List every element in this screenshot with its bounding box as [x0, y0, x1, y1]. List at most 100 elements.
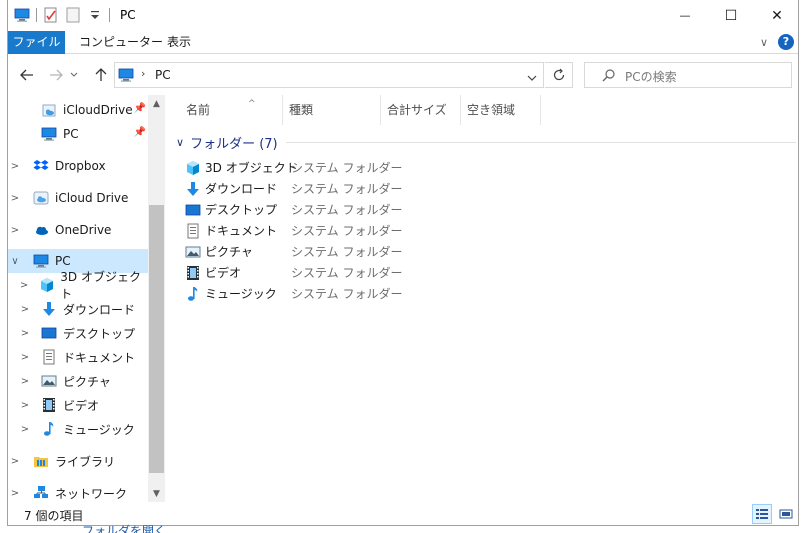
expand-chevron-icon[interactable]: > — [18, 424, 32, 435]
large-icons-view-button[interactable] — [776, 504, 796, 524]
breadcrumb-pc[interactable]: PC — [155, 68, 171, 82]
dropbox-icon — [32, 157, 50, 175]
nav-item-desktop[interactable]: > デスクトップ — [8, 321, 148, 345]
pin-icon[interactable]: 📌 — [134, 127, 146, 138]
scroll-down-icon[interactable]: ▼ — [148, 485, 165, 502]
collapse-group-icon[interactable]: ∨ — [176, 136, 184, 149]
music-icon — [184, 285, 202, 303]
pc-icon — [14, 7, 30, 23]
nav-scrollbar[interactable]: ▲ ▼ — [148, 95, 165, 502]
list-item-videos[interactable]: ビデオ システム フォルダー — [184, 262, 424, 283]
pc-icon — [32, 252, 50, 270]
customize-toolbar-dropdown-icon[interactable] — [87, 7, 103, 23]
network-icon — [32, 484, 50, 502]
nav-item-3d-objects[interactable]: > 3D オブジェクト — [8, 270, 148, 301]
videos-icon — [184, 264, 202, 282]
address-row: › PC PCの検索 — [8, 55, 798, 95]
search-icon — [602, 68, 616, 85]
item-type: システム フォルダー — [291, 287, 403, 301]
nav-label: ネットワーク — [55, 486, 128, 501]
list-item-music[interactable]: ミュージック システム フォルダー — [184, 283, 424, 304]
nav-item-dropbox[interactable]: > Dropbox — [8, 154, 148, 178]
nav-label: ライブラリ — [55, 454, 116, 469]
column-header-free-space[interactable]: 空き領域 — [461, 95, 541, 125]
nav-item-downloads[interactable]: > ダウンロード — [8, 297, 148, 321]
expand-chevron-icon[interactable]: > — [8, 225, 22, 236]
expand-chevron-icon[interactable]: > — [8, 456, 22, 467]
ribbon-controls: ∨ ? — [760, 34, 794, 50]
documents-icon — [40, 348, 58, 366]
address-history-dropdown[interactable] — [527, 71, 537, 85]
expand-chevron-icon[interactable]: > — [18, 352, 32, 363]
expand-chevron-icon[interactable]: > — [18, 328, 32, 339]
explorer-window: PC — ☐ ✕ ファイル コンピューター 表示 ∨ ? › PC PCの検索 … — [7, 0, 799, 526]
icloud-drive-icon — [40, 101, 58, 119]
back-button[interactable] — [18, 66, 36, 84]
search-box[interactable]: PCの検索 — [584, 62, 792, 88]
nav-item-videos[interactable]: > ビデオ — [8, 393, 148, 417]
list-item-pictures[interactable]: ピクチャ システム フォルダー — [184, 241, 424, 262]
column-header-type[interactable]: 種類 — [283, 95, 381, 125]
up-arrow-icon — [95, 68, 107, 81]
refresh-button[interactable] — [545, 62, 573, 88]
expand-chevron-icon[interactable]: > — [8, 193, 22, 204]
column-header-name[interactable]: 名前 ^ — [180, 95, 283, 125]
list-item-desktop[interactable]: デスクトップ システム フォルダー — [184, 199, 424, 220]
chevron-down-icon — [70, 72, 78, 77]
collapse-chevron-icon[interactable]: ∨ — [8, 256, 22, 267]
tab-file[interactable]: ファイル — [8, 31, 65, 54]
help-icon[interactable]: ? — [778, 34, 794, 50]
nav-item-documents[interactable]: > ドキュメント — [8, 345, 148, 369]
scroll-up-icon[interactable]: ▲ — [148, 95, 165, 112]
expand-ribbon-icon[interactable]: ∨ — [760, 36, 768, 49]
nav-item-onedrive[interactable]: > OneDrive — [8, 218, 148, 242]
minimize-icon: — — [679, 9, 691, 22]
column-header-total-size[interactable]: 合計サイズ — [381, 95, 461, 125]
navigation-pane: iCloudDrive 📌 PC 📌 > Dropbox > iCloud Dr… — [8, 95, 166, 502]
search-input[interactable]: PCの検索 — [625, 68, 677, 85]
scrollbar-thumb[interactable] — [149, 205, 164, 473]
desktop-icon — [40, 324, 58, 342]
close-button[interactable]: ✕ — [754, 0, 798, 31]
pictures-icon — [184, 243, 202, 261]
separator — [36, 8, 37, 22]
background-window-link[interactable]: フォルダを開く — [82, 522, 166, 533]
item-type: システム フォルダー — [291, 203, 403, 217]
minimize-button[interactable]: — — [662, 0, 708, 31]
list-item-documents[interactable]: ドキュメント システム フォルダー — [184, 220, 424, 241]
pin-icon[interactable]: 📌 — [134, 103, 146, 114]
item-name: 3D オブジェクト — [205, 161, 298, 175]
list-item-3d-objects[interactable]: 3D オブジェクト システム フォルダー — [184, 157, 424, 178]
expand-chevron-icon[interactable]: > — [8, 488, 22, 499]
sort-ascending-icon: ^ — [248, 99, 256, 109]
details-view-button[interactable] — [752, 504, 772, 524]
nav-item-pc-pinned[interactable]: PC 📌 — [8, 122, 148, 146]
expand-chevron-icon[interactable]: > — [8, 161, 22, 172]
item-type: システム フォルダー — [291, 182, 403, 196]
nav-item-music[interactable]: > ミュージック — [8, 417, 148, 441]
item-type: システム フォルダー — [291, 161, 403, 175]
recent-locations-button[interactable] — [68, 66, 80, 84]
maximize-button[interactable]: ☐ — [708, 0, 754, 31]
up-button[interactable] — [92, 66, 110, 84]
expand-chevron-icon[interactable]: > — [17, 280, 30, 291]
nav-item-pictures[interactable]: > ピクチャ — [8, 369, 148, 393]
group-header-folders[interactable]: ∨ フォルダー (7) — [176, 133, 796, 152]
new-folder-icon[interactable] — [65, 7, 81, 23]
list-item-downloads[interactable]: ダウンロード システム フォルダー — [184, 178, 424, 199]
expand-chevron-icon[interactable]: > — [18, 400, 32, 411]
properties-icon[interactable] — [43, 7, 59, 23]
window-title: PC — [120, 8, 136, 22]
forward-button[interactable] — [47, 66, 65, 84]
nav-item-libraries[interactable]: > ライブラリ — [8, 449, 148, 473]
breadcrumb-chevron-icon[interactable]: › — [141, 67, 145, 80]
address-bar[interactable]: › PC — [114, 62, 544, 88]
tab-view[interactable]: 表示 — [156, 31, 202, 54]
nav-label: ドキュメント — [63, 350, 136, 365]
expand-chevron-icon[interactable]: > — [18, 376, 32, 387]
nav-label: PC — [55, 254, 71, 268]
nav-item-icloud-drive[interactable]: > iCloud Drive — [8, 186, 148, 210]
documents-icon — [184, 222, 202, 240]
nav-item-icloud-drive-pinned[interactable]: iCloudDrive 📌 — [8, 98, 148, 122]
expand-chevron-icon[interactable]: > — [18, 304, 32, 315]
